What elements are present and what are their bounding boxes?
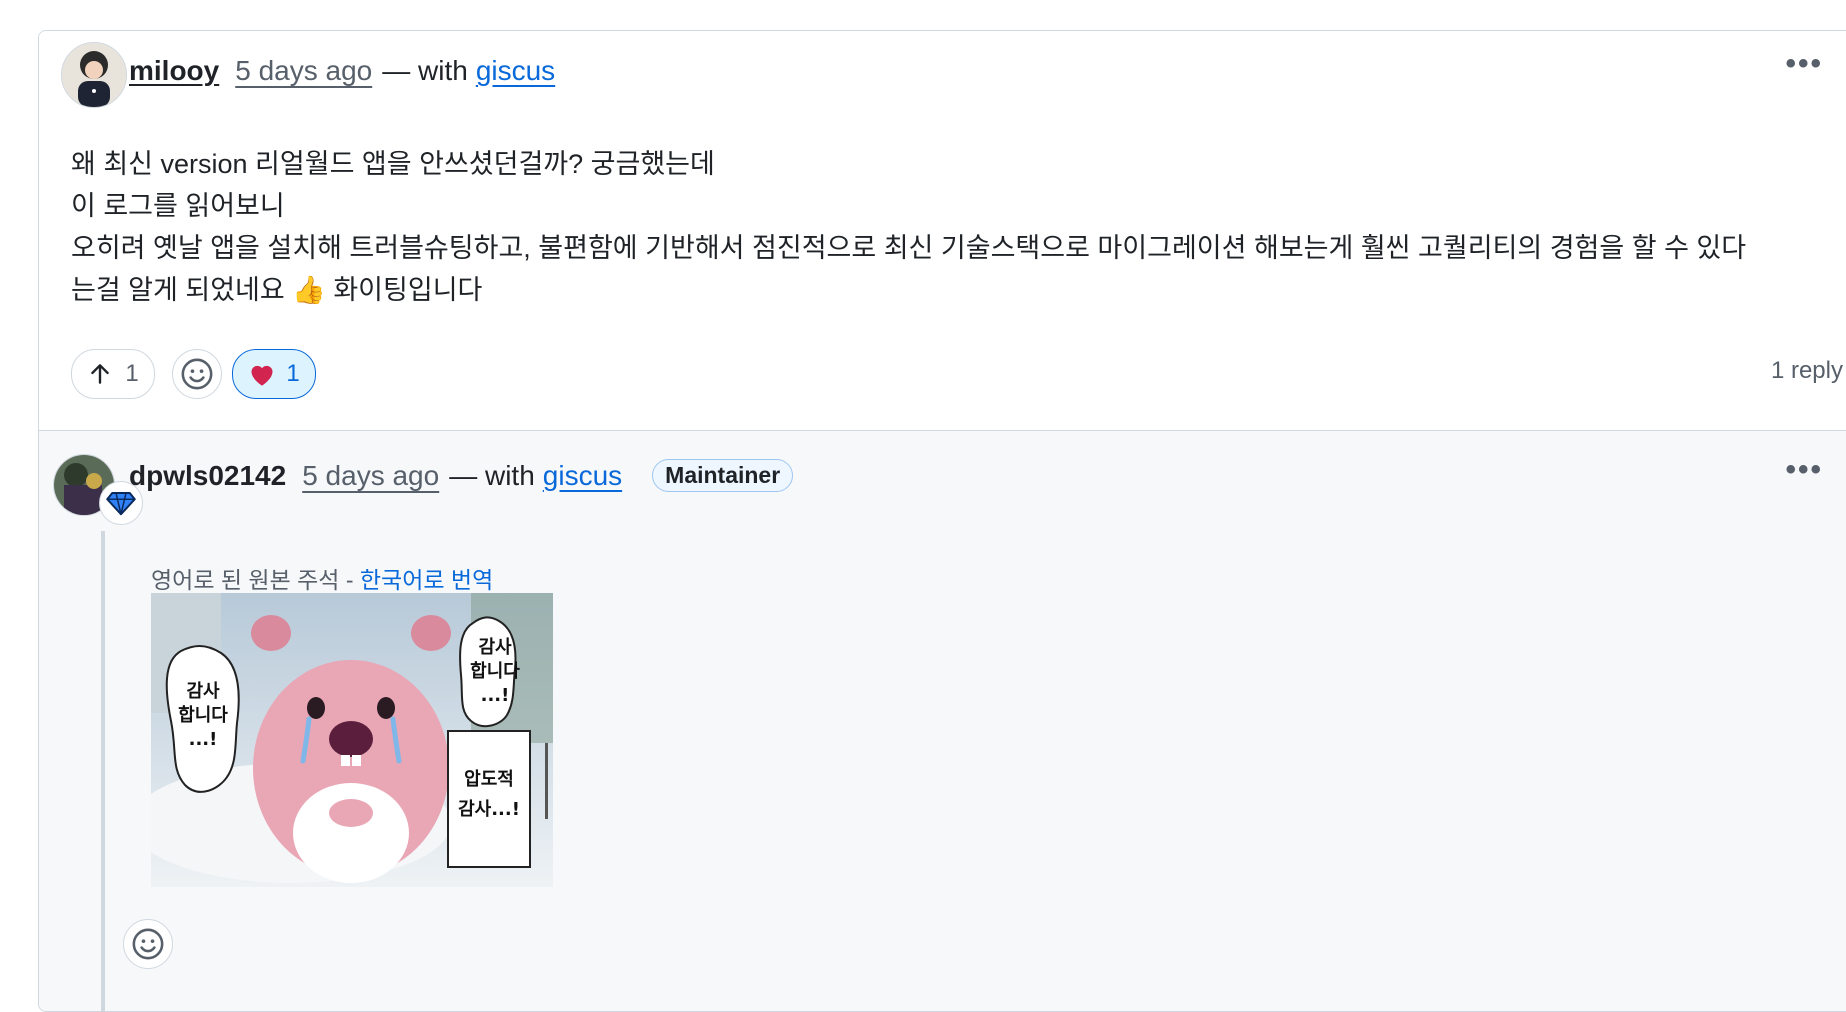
with-label: — with <box>382 55 468 86</box>
comment: milooy 5 days ago — with giscus ••• 왜 최신… <box>39 31 1846 429</box>
smiley-icon <box>132 928 164 960</box>
avatar-image <box>62 43 126 107</box>
bubble-right-line: 합니다 <box>470 660 520 682</box>
comment-body: 왜 최신 version 리얼월드 앱을 안쓰셨던걸까? 궁금했는데 이 로그를… <box>71 143 1746 311</box>
box-line: 압도적 <box>464 769 514 790</box>
thread-line <box>101 531 105 1011</box>
arrow-up-icon <box>91 364 110 384</box>
bubble-right-line: ...! <box>481 685 510 706</box>
more-options-button[interactable]: ••• <box>1785 47 1823 81</box>
timestamp-link[interactable]: 5 days ago <box>302 460 439 492</box>
upvote-count: 1 <box>125 360 139 387</box>
bubble-left-line: ...! <box>189 729 218 750</box>
comment-line: 왜 최신 version 리얼월드 앱을 안쓰셨던걸까? 궁금했는데 <box>71 149 715 179</box>
maintainer-badge: Maintainer <box>652 459 794 492</box>
translate-link[interactable]: 한국어로 번역 <box>360 567 493 593</box>
comment-line: 이 로그를 읽어보니 <box>71 191 285 221</box>
author-link[interactable]: milooy <box>129 55 219 87</box>
giscus-link[interactable]: giscus <box>543 460 622 492</box>
translation-note: 영어로 된 원본 주석 - 한국어로 번역 <box>151 561 493 595</box>
diamond-icon <box>106 492 136 516</box>
heart-count: 1 <box>286 360 300 387</box>
reply-thread: dpwls02142 5 days ago — with giscus Main… <box>39 430 1846 1011</box>
comment-line: 오히려 옛날 앱을 설치해 트러블슈팅하고, 불편함에 기반해서 점진적으로 최… <box>71 233 1747 263</box>
upvote-button[interactable]: 1 <box>71 349 155 399</box>
thankyou-meme-image: 감사 합니다 ...! 감사 합니다 ...! 압도적 감사...! <box>131 593 553 887</box>
more-options-button[interactable]: ••• <box>1785 453 1823 487</box>
box-line: 감사...! <box>458 799 520 820</box>
add-reaction-button[interactable] <box>172 349 222 399</box>
smiley-icon <box>181 358 213 390</box>
author-link[interactable]: dpwls02142 <box>129 460 286 492</box>
heart-icon <box>251 365 273 386</box>
comment-header: milooy 5 days ago — with giscus <box>129 55 555 87</box>
reply-add-reaction-button[interactable] <box>123 919 173 969</box>
reply-count: 1 reply <box>1770 357 1843 384</box>
discussion-card: milooy 5 days ago — with giscus ••• 왜 최신… <box>38 30 1846 1012</box>
timestamp-link[interactable]: 5 days ago <box>235 55 372 87</box>
bubble-left-line: 감사 <box>186 681 220 702</box>
reply-image: 감사 합니다 ...! 감사 합니다 ...! 압도적 감사...! <box>131 593 553 887</box>
with-label: — with <box>449 459 535 491</box>
avatar-milooy[interactable] <box>61 42 127 108</box>
comment-line: 는걸 알게 되었네요 👍 화이팅입니다 <box>71 275 483 305</box>
translation-prefix: 영어로 된 원본 주석 - <box>151 567 360 593</box>
heart-reaction-button[interactable]: 1 <box>232 349 316 399</box>
bubble-right-line: 감사 <box>478 637 512 658</box>
giscus-link[interactable]: giscus <box>476 55 555 87</box>
reply-header: dpwls02142 5 days ago — with giscus Main… <box>129 459 794 492</box>
bubble-left-line: 합니다 <box>178 704 228 726</box>
